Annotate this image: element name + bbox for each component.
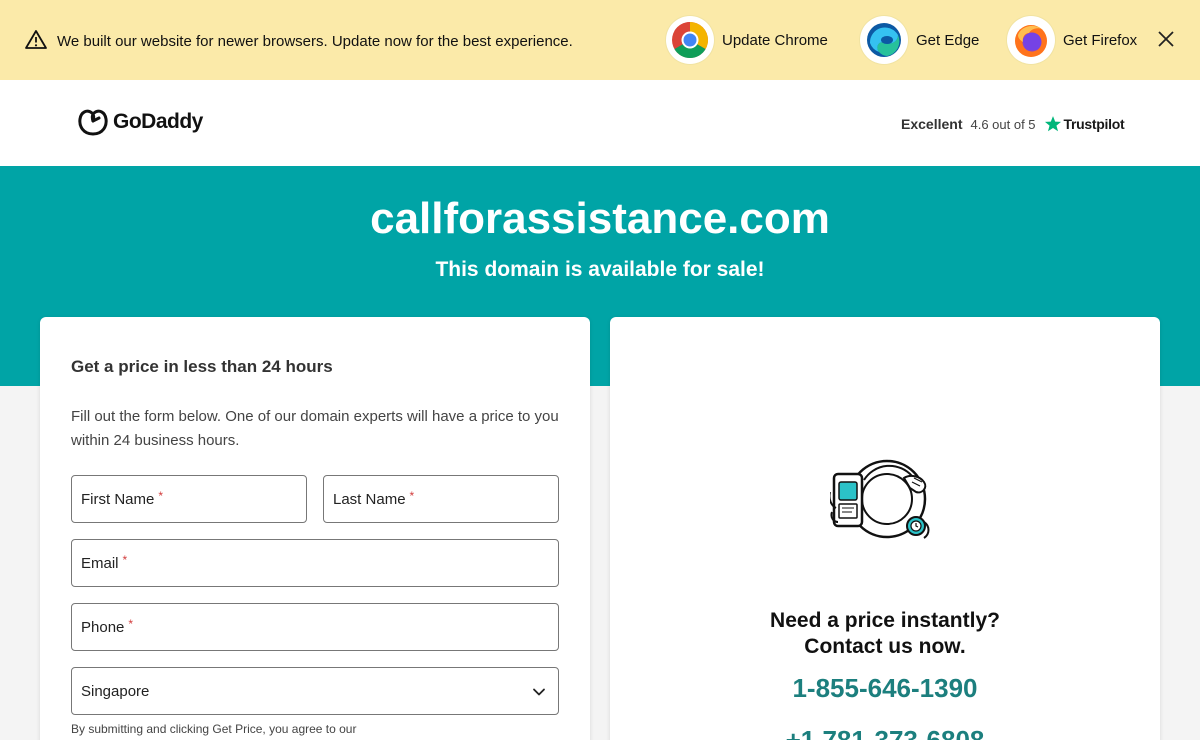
- phone-number-us[interactable]: 1-855-646-1390: [610, 673, 1160, 704]
- domain-sale-subtitle: This domain is available for sale!: [435, 258, 765, 281]
- contact-cta: Need a price instantly? Contact us now.: [610, 608, 1160, 660]
- firefox-icon: [1007, 16, 1055, 64]
- get-firefox-link[interactable]: Get Firefox: [1007, 15, 1137, 65]
- get-firefox-label: Get Firefox: [1063, 31, 1138, 49]
- godaddy-logo-icon: [78, 109, 108, 136]
- country-select[interactable]: Singapore: [71, 667, 559, 715]
- required-mark: *: [409, 489, 415, 503]
- required-mark: *: [158, 489, 164, 503]
- edge-icon: [860, 16, 908, 64]
- domain-title: callforassistance.com: [370, 194, 830, 243]
- trustpilot-rating-label: Excellent: [901, 116, 963, 132]
- required-mark: *: [128, 617, 134, 631]
- godaddy-logo-link[interactable]: GoDaddy: [77, 108, 203, 136]
- form-title: Get a price in less than 24 hours: [71, 357, 333, 376]
- banner-message: We built our website for newer browsers.…: [57, 33, 573, 50]
- email-field[interactable]: Email *: [71, 539, 559, 587]
- close-icon[interactable]: [1154, 27, 1178, 51]
- form-description: Fill out the form below. One of our doma…: [71, 408, 559, 449]
- required-mark: *: [122, 553, 128, 567]
- price-request-form: Get a price in less than 24 hours Fill o…: [40, 317, 590, 740]
- get-edge-label: Get Edge: [916, 31, 980, 49]
- site-header: GoDaddy Excellent 4.6 out of 5 Trustpilo…: [0, 80, 1200, 166]
- first-name-label: First Name: [81, 490, 155, 508]
- trustpilot-rating[interactable]: Excellent 4.6 out of 5 Trustpilot: [901, 115, 1125, 133]
- contact-cta-line-2: Contact us now.: [804, 635, 966, 658]
- last-name-field[interactable]: Last Name *: [323, 475, 559, 523]
- chevron-down-icon: [533, 688, 545, 696]
- update-chrome-link[interactable]: Update Chrome: [666, 15, 828, 65]
- trustpilot-star-icon: [1044, 116, 1061, 132]
- warning-icon: [25, 30, 47, 49]
- update-chrome-label: Update Chrome: [722, 31, 828, 49]
- contact-card: Need a price instantly? Contact us now. …: [610, 317, 1160, 740]
- brand-name: GoDaddy: [113, 110, 203, 133]
- email-label: Email: [81, 554, 119, 572]
- first-name-field[interactable]: First Name *: [71, 475, 307, 523]
- phone-field[interactable]: Phone *: [71, 603, 559, 651]
- browser-update-banner: We built our website for newer browsers.…: [0, 0, 1200, 80]
- last-name-label: Last Name: [333, 490, 406, 508]
- legal-notice: By submitting and clicking Get Price, yo…: [71, 722, 357, 736]
- contact-cta-line-1: Need a price instantly?: [770, 609, 1000, 632]
- country-value: Singapore: [81, 682, 150, 700]
- phone-support-illustration: [830, 459, 930, 539]
- trustpilot-score: 4.6 out of 5: [970, 116, 1036, 132]
- phone-number-intl[interactable]: +1 781-373-6808: [610, 725, 1160, 740]
- phone-label: Phone: [81, 618, 125, 636]
- trustpilot-name: Trustpilot: [1063, 116, 1125, 132]
- get-edge-link[interactable]: Get Edge: [860, 15, 979, 65]
- chrome-icon: [666, 16, 714, 64]
